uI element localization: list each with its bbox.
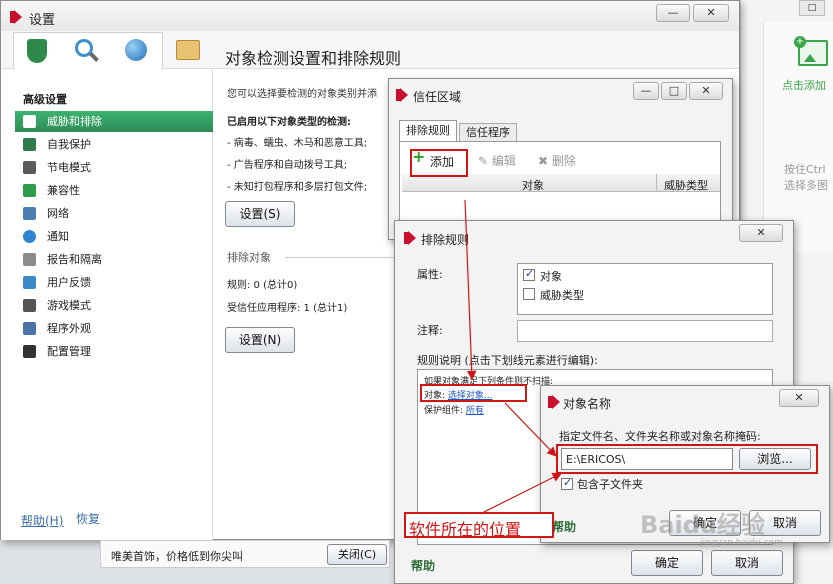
arrow-select-to-path	[504, 402, 557, 457]
arrow-add-to-select	[464, 199, 477, 381]
arrow-label-to-path	[479, 472, 563, 515]
watermark-text: Baidu经验	[640, 511, 765, 539]
watermark-sub: jingyan.baidu.com	[700, 538, 784, 548]
annotation-arrows	[464, 199, 563, 515]
baidu-watermark: Baidu经验	[640, 505, 765, 540]
